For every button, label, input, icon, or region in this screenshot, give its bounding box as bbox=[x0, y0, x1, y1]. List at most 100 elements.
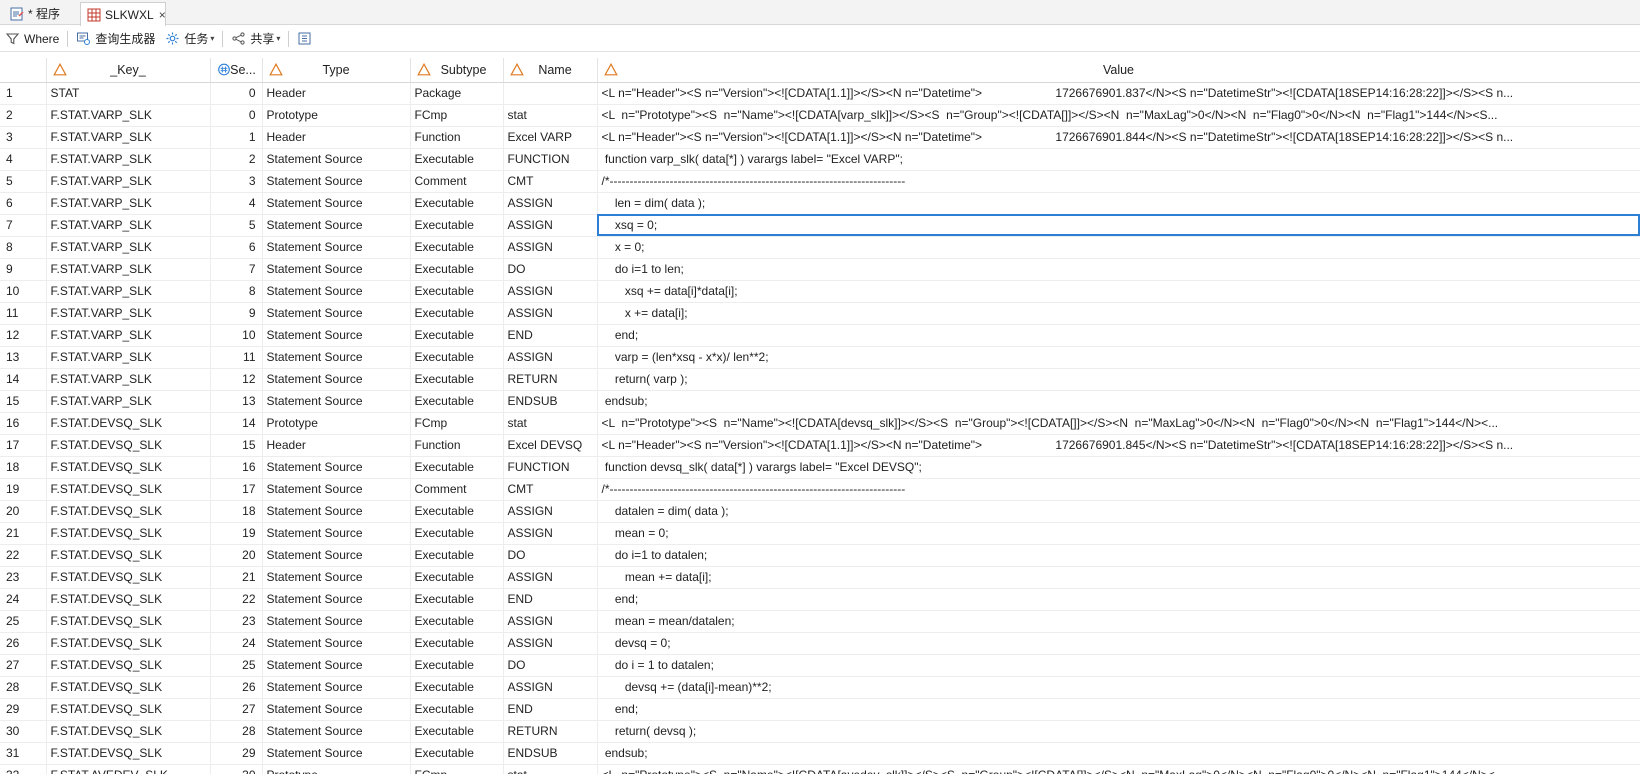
name-cell[interactable]: RETURN bbox=[503, 720, 598, 743]
name-cell[interactable]: DO bbox=[503, 654, 598, 677]
seq-cell[interactable]: 23 bbox=[210, 610, 263, 633]
subtype-cell[interactable]: Executable bbox=[410, 522, 504, 545]
table-row[interactable]: 18 F.STAT.DEVSQ_SLK 16 Statement Source Exec… bbox=[0, 456, 1640, 479]
name-cell[interactable]: Excel DEVSQ bbox=[503, 434, 598, 457]
type-cell[interactable]: Statement Source bbox=[262, 698, 411, 721]
row-number-cell[interactable]: 22 bbox=[0, 544, 47, 567]
key-cell[interactable]: F.STAT.VARP_SLK bbox=[46, 214, 211, 237]
key-cell[interactable]: F.STAT.VARP_SLK bbox=[46, 104, 211, 127]
subtype-cell[interactable]: Executable bbox=[410, 588, 504, 611]
seq-cell[interactable]: 11 bbox=[210, 346, 263, 369]
column-header-name[interactable]: Name bbox=[503, 58, 598, 83]
tab-program[interactable]: * 程序 bbox=[4, 2, 90, 25]
seq-cell[interactable]: 3 bbox=[210, 170, 263, 193]
row-number-cell[interactable]: 16 bbox=[0, 412, 47, 435]
table-row[interactable]: 4 F.STAT.VARP_SLK 2 Statement Source Executa… bbox=[0, 148, 1640, 171]
subtype-cell[interactable]: FCmp bbox=[410, 412, 504, 435]
key-cell[interactable]: F.STAT.VARP_SLK bbox=[46, 280, 211, 303]
key-cell[interactable]: F.STAT.DEVSQ_SLK bbox=[46, 588, 211, 611]
key-cell[interactable]: F.STAT.DEVSQ_SLK bbox=[46, 522, 211, 545]
table-row[interactable]: 11 F.STAT.VARP_SLK 9 Statement Source Execut… bbox=[0, 302, 1640, 325]
seq-cell[interactable]: 13 bbox=[210, 390, 263, 413]
key-cell[interactable]: F.STAT.VARP_SLK bbox=[46, 302, 211, 325]
key-cell[interactable]: F.STAT.DEVSQ_SLK bbox=[46, 500, 211, 523]
where-button[interactable]: Where bbox=[0, 28, 64, 50]
name-cell[interactable]: ASSIGN bbox=[503, 192, 598, 215]
seq-cell[interactable]: 22 bbox=[210, 588, 263, 611]
table-row[interactable]: 9 F.STAT.VARP_SLK 7 Statement Source Executa… bbox=[0, 258, 1640, 281]
table-row[interactable]: 30 F.STAT.DEVSQ_SLK 28 Statement Source Exec… bbox=[0, 720, 1640, 743]
type-cell[interactable]: Statement Source bbox=[262, 192, 411, 215]
value-cell[interactable]: <L n="Header"><S n="Version"><![CDATA[1.… bbox=[597, 434, 1640, 457]
subtype-cell[interactable]: Executable bbox=[410, 500, 504, 523]
row-number-cell[interactable]: 29 bbox=[0, 698, 47, 721]
row-number-cell[interactable]: 28 bbox=[0, 676, 47, 699]
subtype-cell[interactable]: Function bbox=[410, 434, 504, 457]
type-cell[interactable]: Prototype bbox=[262, 412, 411, 435]
type-cell[interactable]: Header bbox=[262, 126, 411, 149]
subtype-cell[interactable]: Executable bbox=[410, 720, 504, 743]
row-number-cell[interactable]: 5 bbox=[0, 170, 47, 193]
row-number-cell[interactable]: 9 bbox=[0, 258, 47, 281]
seq-cell[interactable]: 6 bbox=[210, 236, 263, 259]
seq-cell[interactable]: 30 bbox=[210, 764, 263, 774]
value-cell[interactable]: xsq = 0; bbox=[597, 214, 1640, 237]
seq-cell[interactable]: 7 bbox=[210, 258, 263, 281]
subtype-cell[interactable]: Function bbox=[410, 126, 504, 149]
row-number-cell[interactable]: 26 bbox=[0, 632, 47, 655]
seq-cell[interactable]: 5 bbox=[210, 214, 263, 237]
name-cell[interactable]: stat bbox=[503, 412, 598, 435]
column-header-subtype[interactable]: Subtype bbox=[410, 58, 504, 83]
row-number-cell[interactable]: 7 bbox=[0, 214, 47, 237]
key-cell[interactable]: F.STAT.DEVSQ_SLK bbox=[46, 566, 211, 589]
table-row[interactable]: 24 F.STAT.DEVSQ_SLK 22 Statement Source Exec… bbox=[0, 588, 1640, 611]
value-cell[interactable]: return( varp ); bbox=[597, 368, 1640, 391]
key-cell[interactable]: F.STAT.DEVSQ_SLK bbox=[46, 654, 211, 677]
seq-cell[interactable]: 14 bbox=[210, 412, 263, 435]
key-cell[interactable]: F.STAT.DEVSQ_SLK bbox=[46, 412, 211, 435]
name-cell[interactable]: DO bbox=[503, 544, 598, 567]
type-cell[interactable]: Prototype bbox=[262, 104, 411, 127]
value-cell[interactable]: function varp_slk( data[*] ) varargs lab… bbox=[597, 148, 1640, 171]
subtype-cell[interactable]: Executable bbox=[410, 456, 504, 479]
table-row[interactable]: 12 F.STAT.VARP_SLK 10 Statement Source Execu… bbox=[0, 324, 1640, 347]
subtype-cell[interactable]: Executable bbox=[410, 302, 504, 325]
query-builder-button[interactable]: 查询生成器 bbox=[71, 28, 160, 50]
subtype-cell[interactable]: Comment bbox=[410, 170, 504, 193]
seq-cell[interactable]: 9 bbox=[210, 302, 263, 325]
type-cell[interactable]: Statement Source bbox=[262, 544, 411, 567]
column-header-key[interactable]: _Key_ bbox=[46, 58, 211, 83]
subtype-cell[interactable]: FCmp bbox=[410, 104, 504, 127]
seq-cell[interactable]: 25 bbox=[210, 654, 263, 677]
seq-cell[interactable]: 28 bbox=[210, 720, 263, 743]
type-cell[interactable]: Statement Source bbox=[262, 588, 411, 611]
key-cell[interactable]: F.STAT.VARP_SLK bbox=[46, 368, 211, 391]
row-number-cell[interactable]: 12 bbox=[0, 324, 47, 347]
subtype-cell[interactable]: Executable bbox=[410, 192, 504, 215]
name-cell[interactable]: ASSIGN bbox=[503, 632, 598, 655]
name-cell[interactable]: stat bbox=[503, 104, 598, 127]
key-cell[interactable]: F.STAT.DEVSQ_SLK bbox=[46, 434, 211, 457]
key-cell[interactable]: F.STAT.AVEDEV_SLK bbox=[46, 764, 211, 774]
row-number-cell[interactable]: 27 bbox=[0, 654, 47, 677]
table-row[interactable]: 28 F.STAT.DEVSQ_SLK 26 Statement Source Exec… bbox=[0, 676, 1640, 699]
type-cell[interactable]: Header bbox=[262, 82, 411, 105]
key-cell[interactable]: F.STAT.VARP_SLK bbox=[46, 258, 211, 281]
value-cell[interactable]: mean = mean/datalen; bbox=[597, 610, 1640, 633]
type-cell[interactable]: Statement Source bbox=[262, 566, 411, 589]
row-number-cell[interactable]: 3 bbox=[0, 126, 47, 149]
name-cell[interactable]: ENDSUB bbox=[503, 390, 598, 413]
subtype-cell[interactable]: Executable bbox=[410, 698, 504, 721]
value-cell[interactable]: endsub; bbox=[597, 742, 1640, 765]
type-cell[interactable]: Statement Source bbox=[262, 500, 411, 523]
row-number-cell[interactable]: 15 bbox=[0, 390, 47, 413]
subtype-cell[interactable]: Executable bbox=[410, 258, 504, 281]
subtype-cell[interactable]: Executable bbox=[410, 742, 504, 765]
table-row[interactable]: 1 STAT 0 Header Package <L n="Header"><S n="V… bbox=[0, 82, 1640, 105]
value-cell[interactable]: do i=1 to len; bbox=[597, 258, 1640, 281]
table-row[interactable]: 13 F.STAT.VARP_SLK 11 Statement Source Execu… bbox=[0, 346, 1640, 369]
table-row[interactable]: 26 F.STAT.DEVSQ_SLK 24 Statement Source Exec… bbox=[0, 632, 1640, 655]
name-cell[interactable]: END bbox=[503, 324, 598, 347]
row-number-cell[interactable]: 32 bbox=[0, 764, 47, 774]
subtype-cell[interactable]: FCmp bbox=[410, 764, 504, 774]
